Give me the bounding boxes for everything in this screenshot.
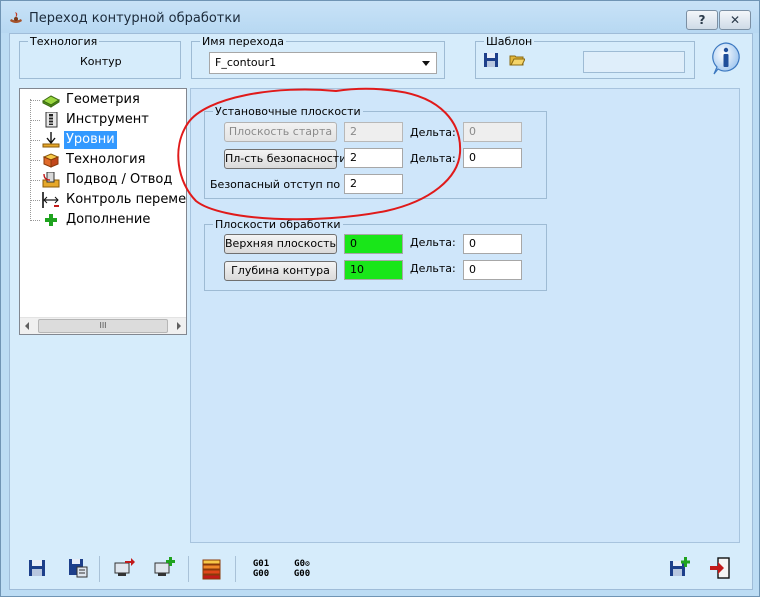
gcode-line: G00 [252,569,270,579]
tree-connector-line [30,180,40,181]
tree-horizontal-scrollbar[interactable]: III [20,317,186,334]
operation-name-value: F_contour1 [215,56,277,69]
export-to-machine-icon[interactable] [113,557,135,579]
contour-depth-field[interactable]: 10 [344,260,403,280]
operation-name-group-title: Имя перехода [200,35,286,48]
title-bar[interactable]: Переход контурной обработки ? ✕ [1,1,759,33]
help-button[interactable]: ? [686,10,718,30]
technology-value: Контур [80,55,122,68]
gcode-line: G0⚙ [294,559,310,569]
close-button[interactable]: ✕ [719,10,751,30]
scrollbar-thumb[interactable]: III [38,319,168,333]
tree-connector-line [30,160,40,161]
tree-item-label: Технология [66,152,146,167]
save-as-icon[interactable] [67,557,89,579]
tool-icon [45,112,58,128]
top-plane-button[interactable]: Верхняя плоскость [224,234,337,254]
gcode-line: G00 [293,569,311,579]
app-logo-icon [10,12,22,23]
geometry-icon [42,95,60,108]
levels-icon [42,132,60,148]
tree-connector-line [30,120,40,121]
gcode-settings-button[interactable]: G0⚙ G00 [289,559,315,579]
chevron-down-icon[interactable] [422,61,430,66]
info-icon[interactable] [709,41,743,75]
top-delta-label: Дельта: [410,236,456,249]
open-template-icon[interactable] [509,52,525,68]
window-title: Переход контурной обработки [29,11,241,26]
template-field[interactable] [583,51,685,73]
red-annotation-loop [177,87,462,221]
tree-connector-line [30,140,40,141]
gcode-line: G01 [252,559,270,569]
tree-connector [30,99,31,219]
save-template-icon[interactable] [483,52,499,68]
tree-item-label: Дополнение [66,212,151,227]
dialog-window: Переход контурной обработки ? ✕ Технолог… [0,0,760,597]
tree-connector-line [30,220,40,221]
operation-name-combobox[interactable]: F_contour1 [209,52,437,74]
top-delta-field[interactable]: 0 [463,234,522,254]
scroll-left-icon[interactable] [25,322,29,330]
tree-connector-line [30,100,40,101]
depth-delta-label: Дельта: [410,262,456,275]
start-delta-field[interactable]: 0 [463,122,522,142]
add-icon [45,214,57,226]
approach-retract-icon [42,172,60,188]
motion-control-icon [42,192,59,208]
save-icon[interactable] [28,559,46,577]
toolbar-separator [235,556,236,582]
tree-item-label: Подвод / Отвод [66,172,173,187]
contour-depth-button[interactable]: Глубина контура [224,261,337,281]
gcode-rapid-button[interactable]: G01 G00 [249,559,273,579]
technology-group-title: Технология [28,35,100,48]
depth-delta-field[interactable]: 0 [463,260,522,280]
add-to-machine-icon[interactable] [153,557,175,579]
tree-item-label: Геометрия [66,92,140,107]
technology-group: Технология Контур [19,35,181,79]
layers-icon[interactable] [200,556,224,580]
tree-item-label: Уровни [64,131,117,149]
settings-tree[interactable]: Геометрия Инструмент Уровни Технология П… [19,88,187,335]
scroll-right-icon[interactable] [177,322,181,330]
save-and-add-icon[interactable] [669,557,691,579]
technology-icon [42,153,60,168]
gear-icon: ⚙ [305,559,310,568]
tree-item-label: Инструмент [66,112,149,127]
top-plane-field[interactable]: 0 [344,234,403,254]
toolbar-separator [99,556,100,582]
exit-icon[interactable] [709,557,731,579]
tree-connector-line [30,200,40,201]
toolbar-separator [188,556,189,582]
template-group-title: Шаблон [484,35,535,48]
safety-delta-field[interactable]: 0 [463,148,522,168]
